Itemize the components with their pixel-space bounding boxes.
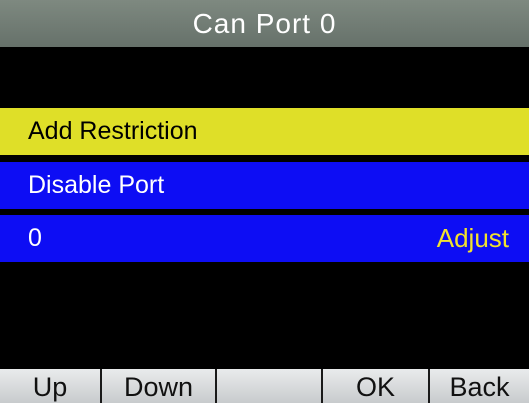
menu-item-value-adjust[interactable]: 0 Adjust: [0, 215, 529, 262]
page-title: Can Port 0: [192, 7, 337, 39]
menu-item-label: Add Restriction: [28, 117, 198, 145]
empty-menu-row: [0, 56, 529, 103]
softkey-blank[interactable]: [215, 369, 321, 403]
menu-item-label: Disable Port: [28, 171, 165, 199]
softkey-label: Up: [32, 372, 68, 402]
softkey-label: Back: [449, 372, 510, 402]
softkey-back[interactable]: Back: [428, 369, 529, 403]
value-text: 0: [28, 224, 42, 252]
softkey-down[interactable]: Down: [100, 369, 215, 403]
menu-item-disable-port[interactable]: Disable Port: [0, 162, 529, 209]
softkey-bar: Up Down OK Back: [0, 369, 529, 403]
title-bar: Can Port 0: [0, 0, 529, 47]
softkey-ok[interactable]: OK: [321, 369, 428, 403]
menu-item-add-restriction[interactable]: Add Restriction: [0, 108, 529, 155]
softkey-label: Down: [123, 372, 194, 402]
adjust-label: Adjust: [436, 223, 509, 253]
softkey-up[interactable]: Up: [0, 369, 100, 403]
softkey-label: OK: [355, 372, 395, 402]
